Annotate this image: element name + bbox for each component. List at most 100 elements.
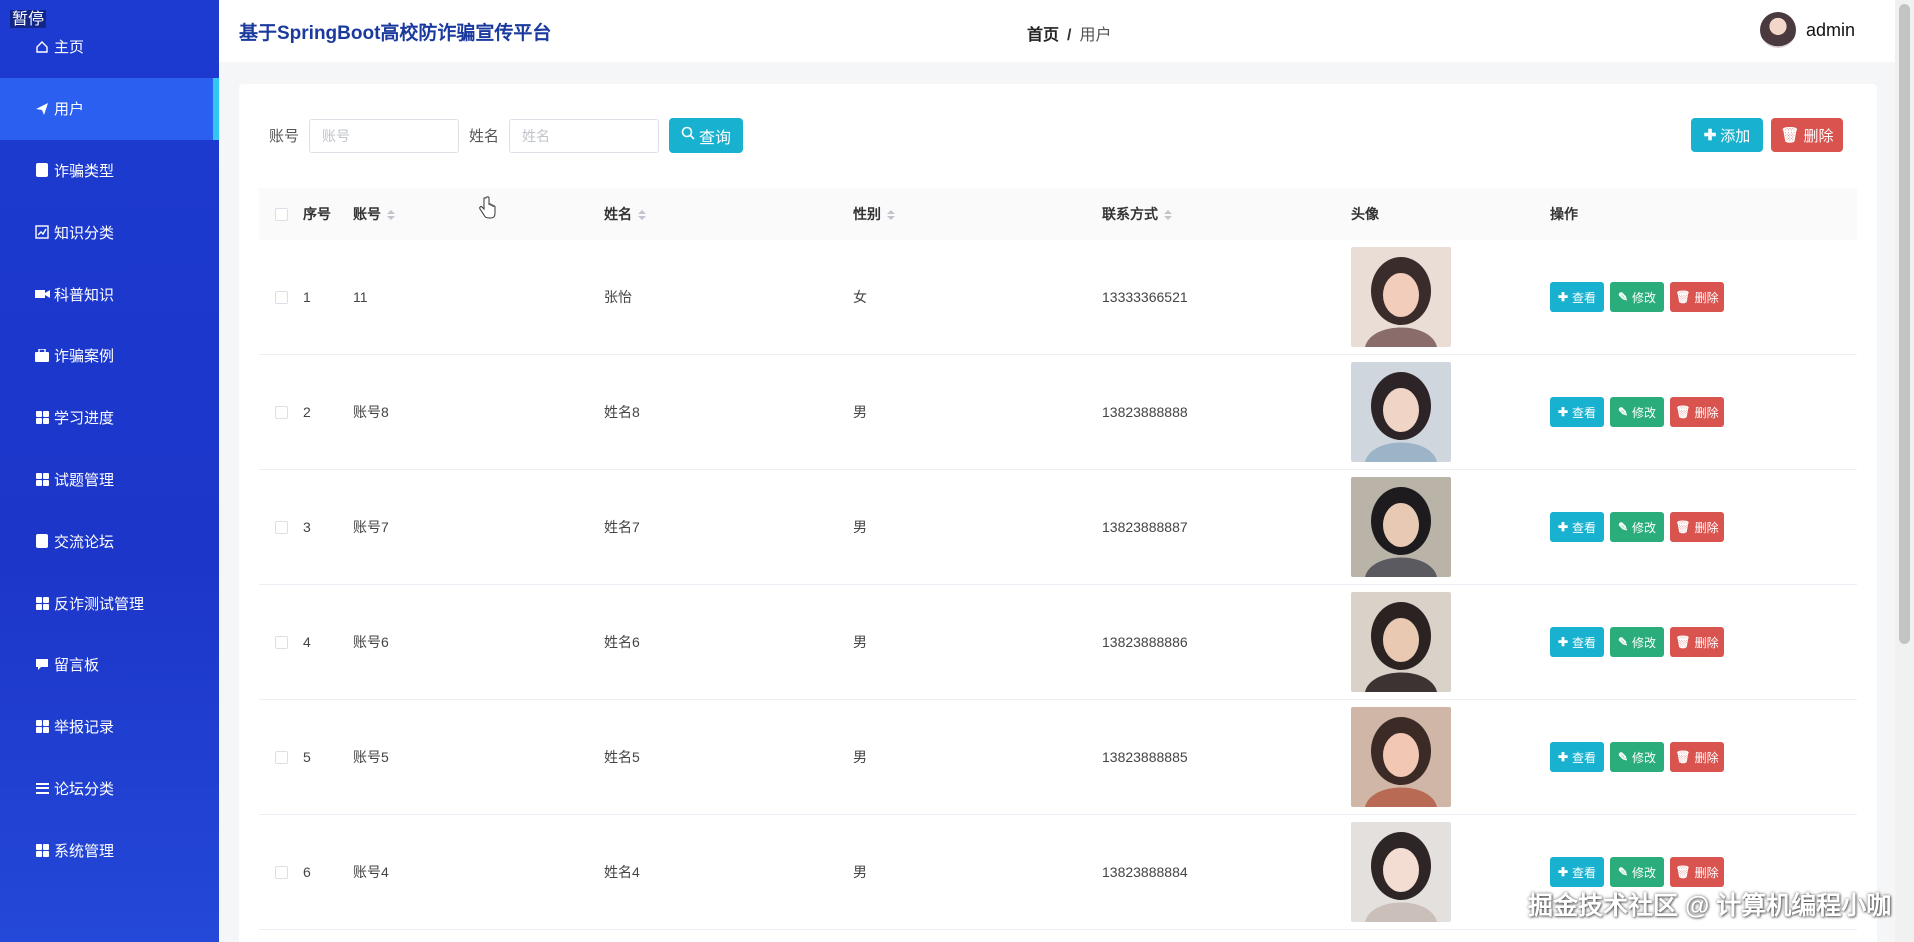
user-menu[interactable]: admin xyxy=(1759,12,1855,48)
view-button[interactable]: ✚ 查看 xyxy=(1550,857,1604,887)
edit-button[interactable]: ✎ 修改 xyxy=(1610,627,1664,657)
page-scrollbar[interactable] xyxy=(1895,0,1914,942)
sidebar-item-3[interactable]: 知识分类 xyxy=(0,201,219,263)
col-name[interactable]: 姓名 xyxy=(604,204,853,224)
sidebar-item-8[interactable]: 交流论坛 xyxy=(0,510,219,572)
edit-button[interactable]: ✎ 修改 xyxy=(1610,512,1664,542)
delete-button[interactable]: 🗑 删除 xyxy=(1670,627,1724,657)
edit-button[interactable]: ✎ 修改 xyxy=(1610,857,1664,887)
query-button-label: 查询 xyxy=(699,129,732,147)
grid-icon xyxy=(34,719,50,735)
row-checkbox[interactable] xyxy=(274,290,288,304)
row-checkbox[interactable] xyxy=(274,405,288,419)
sidebar-item-label: 举报记录 xyxy=(54,719,115,737)
sort-icon[interactable] xyxy=(1164,210,1172,221)
clipboard-check-icon xyxy=(34,533,50,549)
edit-button-label: 修改 xyxy=(1632,865,1657,880)
row-checkbox[interactable] xyxy=(274,750,288,764)
row-checkbox[interactable] xyxy=(274,520,288,534)
add-button[interactable]: ✚ 添加 xyxy=(1691,118,1763,152)
sidebar-item-5[interactable]: 诈骗案例 xyxy=(0,325,219,387)
sidebar-item-12[interactable]: 论坛分类 xyxy=(0,758,219,820)
sort-icon[interactable] xyxy=(638,210,646,221)
cell-avatar-image[interactable] xyxy=(1351,247,1550,347)
query-button[interactable]: 查询 xyxy=(669,118,744,153)
col-name-label: 姓名 xyxy=(604,206,632,222)
cell-sex: 男 xyxy=(853,404,867,420)
sidebar-item-7[interactable]: 试题管理 xyxy=(0,449,219,511)
cell-account: 11 xyxy=(353,289,368,305)
trash-icon: 🗑 xyxy=(1675,405,1691,419)
table-row: 3 账号7 姓名7 男 13823888887 ✚ 查看 ✎ 修改 🗑 删除 xyxy=(259,470,1857,585)
top-header: 基于SpringBoot高校防诈骗宣传平台 首页 / 用户 admin xyxy=(219,0,1895,62)
edit-button[interactable]: ✎ 修改 xyxy=(1610,397,1664,427)
batch-delete-button[interactable]: 🗑 删除 xyxy=(1771,118,1843,152)
username[interactable]: admin xyxy=(1806,20,1855,41)
cell-phone: 13823888887 xyxy=(1102,519,1188,535)
view-button[interactable]: ✚ 查看 xyxy=(1550,282,1604,312)
sidebar-item-6[interactable]: 学习进度 xyxy=(0,387,219,449)
edit-icon: ✎ xyxy=(1617,865,1629,879)
breadcrumb-home-link[interactable]: 首页 xyxy=(1027,27,1059,44)
sidebar-item-2[interactable]: 诈骗类型 xyxy=(0,140,219,202)
view-button[interactable]: ✚ 查看 xyxy=(1550,512,1604,542)
batch-delete-label: 删除 xyxy=(1803,127,1834,145)
cell-ops: ✚ 查看 ✎ 修改 🗑 删除 xyxy=(1550,627,1857,657)
cell-phone: 13823888884 xyxy=(1102,864,1188,880)
cell-ops: ✚ 查看 ✎ 修改 🗑 删除 xyxy=(1550,512,1857,542)
account-search-input[interactable] xyxy=(309,118,460,153)
cell-idx: 2 xyxy=(303,404,311,420)
view-button[interactable]: ✚ 查看 xyxy=(1550,397,1604,427)
cell-avatar-image[interactable] xyxy=(1351,362,1550,462)
cell-idx: 1 xyxy=(303,289,311,305)
sidebar-item-0[interactable]: 主页 xyxy=(0,16,219,78)
col-phone[interactable]: 联系方式 xyxy=(1102,204,1351,224)
cell-account: 账号8 xyxy=(353,404,389,420)
view-button-label: 查看 xyxy=(1572,290,1597,305)
delete-button-label: 删除 xyxy=(1694,290,1719,305)
delete-button[interactable]: 🗑 删除 xyxy=(1670,857,1724,887)
sidebar-item-9[interactable]: 反诈测试管理 xyxy=(0,572,219,634)
cell-name: 张怡 xyxy=(604,289,632,305)
select-all-checkbox[interactable] xyxy=(274,207,288,221)
cell-ops: ✚ 查看 ✎ 修改 🗑 删除 xyxy=(1550,742,1857,772)
cell-account: 账号6 xyxy=(353,634,389,650)
delete-button-label: 删除 xyxy=(1694,635,1719,650)
col-sex[interactable]: 性别 xyxy=(853,204,1102,224)
edit-button[interactable]: ✎ 修改 xyxy=(1610,282,1664,312)
briefcase-icon xyxy=(34,348,50,364)
cell-avatar-image[interactable] xyxy=(1351,592,1550,692)
cell-avatar-image[interactable] xyxy=(1351,822,1550,922)
user-table: 序号 账号 姓名 性别 联系方式 头像 操作 1 11 张怡女 13333366521… xyxy=(259,188,1857,930)
delete-button[interactable]: 🗑 删除 xyxy=(1670,742,1724,772)
cell-avatar-image[interactable] xyxy=(1351,707,1550,807)
delete-button[interactable]: 🗑 删除 xyxy=(1670,397,1724,427)
delete-button[interactable]: 🗑 删除 xyxy=(1670,512,1724,542)
view-button[interactable]: ✚ 查看 xyxy=(1550,742,1604,772)
view-button-label: 查看 xyxy=(1572,865,1597,880)
edit-button[interactable]: ✎ 修改 xyxy=(1610,742,1664,772)
cell-avatar-image[interactable] xyxy=(1351,477,1550,577)
sidebar-menu: 主页 用户 诈骗类型知识分类科普知识 诈骗案例 学习进度 试题管理交流论坛反诈测试管理 留言… xyxy=(0,16,219,881)
plus-icon: ✚ xyxy=(1557,865,1569,879)
avatar[interactable] xyxy=(1759,12,1796,48)
row-checkbox[interactable] xyxy=(274,865,288,879)
sidebar-item-1[interactable]: 用户 xyxy=(0,77,219,140)
clipboard-icon xyxy=(34,162,50,178)
grid-icon xyxy=(34,410,50,426)
sort-icon[interactable] xyxy=(887,210,895,221)
delete-button[interactable]: 🗑 删除 xyxy=(1670,282,1724,312)
row-checkbox[interactable] xyxy=(274,635,288,649)
sidebar-item-13[interactable]: 系统管理 xyxy=(0,819,219,881)
sidebar-item-label: 知识分类 xyxy=(54,224,115,242)
sidebar-item-10[interactable]: 留言板 xyxy=(0,634,219,696)
sidebar-item-label: 交流论坛 xyxy=(54,533,115,551)
name-search-input[interactable] xyxy=(509,118,660,153)
sort-icon[interactable] xyxy=(387,210,395,221)
add-button-label: 添加 xyxy=(1720,127,1751,145)
sidebar-item-4[interactable]: 科普知识 xyxy=(0,263,219,325)
edit-button-label: 修改 xyxy=(1632,520,1657,535)
view-button[interactable]: ✚ 查看 xyxy=(1550,627,1604,657)
sidebar-item-11[interactable]: 举报记录 xyxy=(0,696,219,758)
scrollbar-thumb[interactable] xyxy=(1899,4,1910,644)
